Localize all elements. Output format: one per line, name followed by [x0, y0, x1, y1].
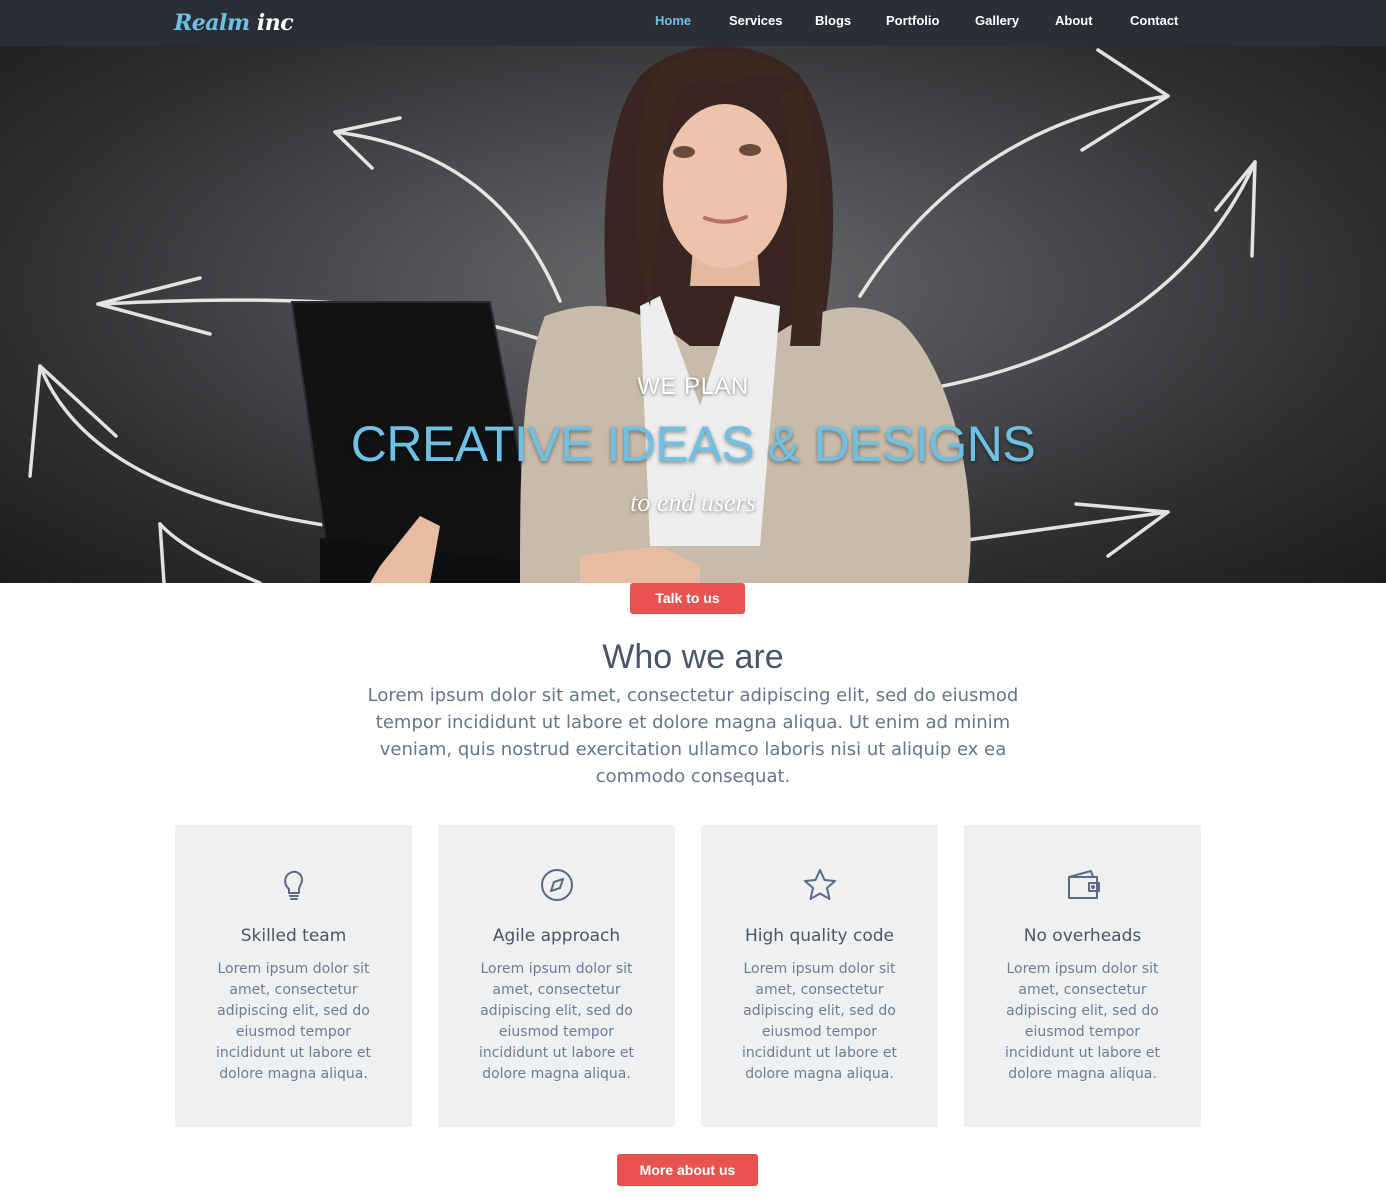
feature-card-no-overheads: No overheads Lorem ipsum dolor sit amet,…	[964, 825, 1201, 1127]
compass-icon	[438, 867, 675, 903]
nav-item-services[interactable]: Services	[729, 0, 783, 44]
lightbulb-icon	[175, 867, 412, 903]
nav-item-contact[interactable]: Contact	[1130, 0, 1178, 44]
feature-card-skilled-team: Skilled team Lorem ipsum dolor sit amet,…	[175, 825, 412, 1127]
nav-item-home[interactable]: Home	[655, 0, 691, 44]
feature-text: Lorem ipsum dolor sit amet, consectetur …	[1004, 961, 1161, 1082]
feature-card-high-quality-code: High quality code Lorem ipsum dolor sit …	[701, 825, 938, 1127]
feature-text: Lorem ipsum dolor sit amet, consectetur …	[478, 961, 635, 1082]
feature-text: Lorem ipsum dolor sit amet, consectetur …	[215, 961, 372, 1082]
hero-kicker: WE PLAN	[637, 373, 749, 400]
feature-text: Lorem ipsum dolor sit amet, consectetur …	[741, 961, 898, 1082]
brand-logo[interactable]: Realm inc	[174, 7, 294, 39]
feature-title: No overheads	[1023, 926, 1142, 946]
nav-item-portfolio[interactable]: Portfolio	[886, 0, 939, 44]
hero-subtitle: to end users	[630, 488, 756, 517]
brand-name-part2: inc	[256, 10, 294, 36]
nav-item-blogs[interactable]: Blogs	[815, 0, 851, 44]
hero-banner: WE PLAN CREATIVE IDEAS & DESIGNS to end …	[0, 46, 1386, 583]
nav-item-gallery[interactable]: Gallery	[975, 0, 1019, 44]
talk-to-us-button[interactable]: Talk to us	[630, 583, 745, 614]
top-navbar: Realm inc Home Services Blogs Portfolio …	[0, 0, 1386, 46]
about-text: Lorem ipsum dolor sit amet, consectetur …	[367, 685, 1019, 787]
feature-title: Skilled team	[240, 926, 347, 946]
feature-card-agile-approach: Agile approach Lorem ipsum dolor sit ame…	[438, 825, 675, 1127]
hero-title: CREATIVE IDEAS & DESIGNS	[350, 416, 1036, 472]
brand-name-part1: Realm	[174, 10, 250, 36]
star-icon	[701, 867, 938, 903]
feature-title: High quality code	[744, 926, 895, 946]
feature-title: Agile approach	[492, 926, 621, 946]
about-heading: Who we are	[602, 638, 784, 676]
nav-item-about[interactable]: About	[1055, 0, 1093, 44]
wallet-icon	[964, 867, 1201, 903]
more-about-us-button[interactable]: More about us	[617, 1154, 758, 1186]
